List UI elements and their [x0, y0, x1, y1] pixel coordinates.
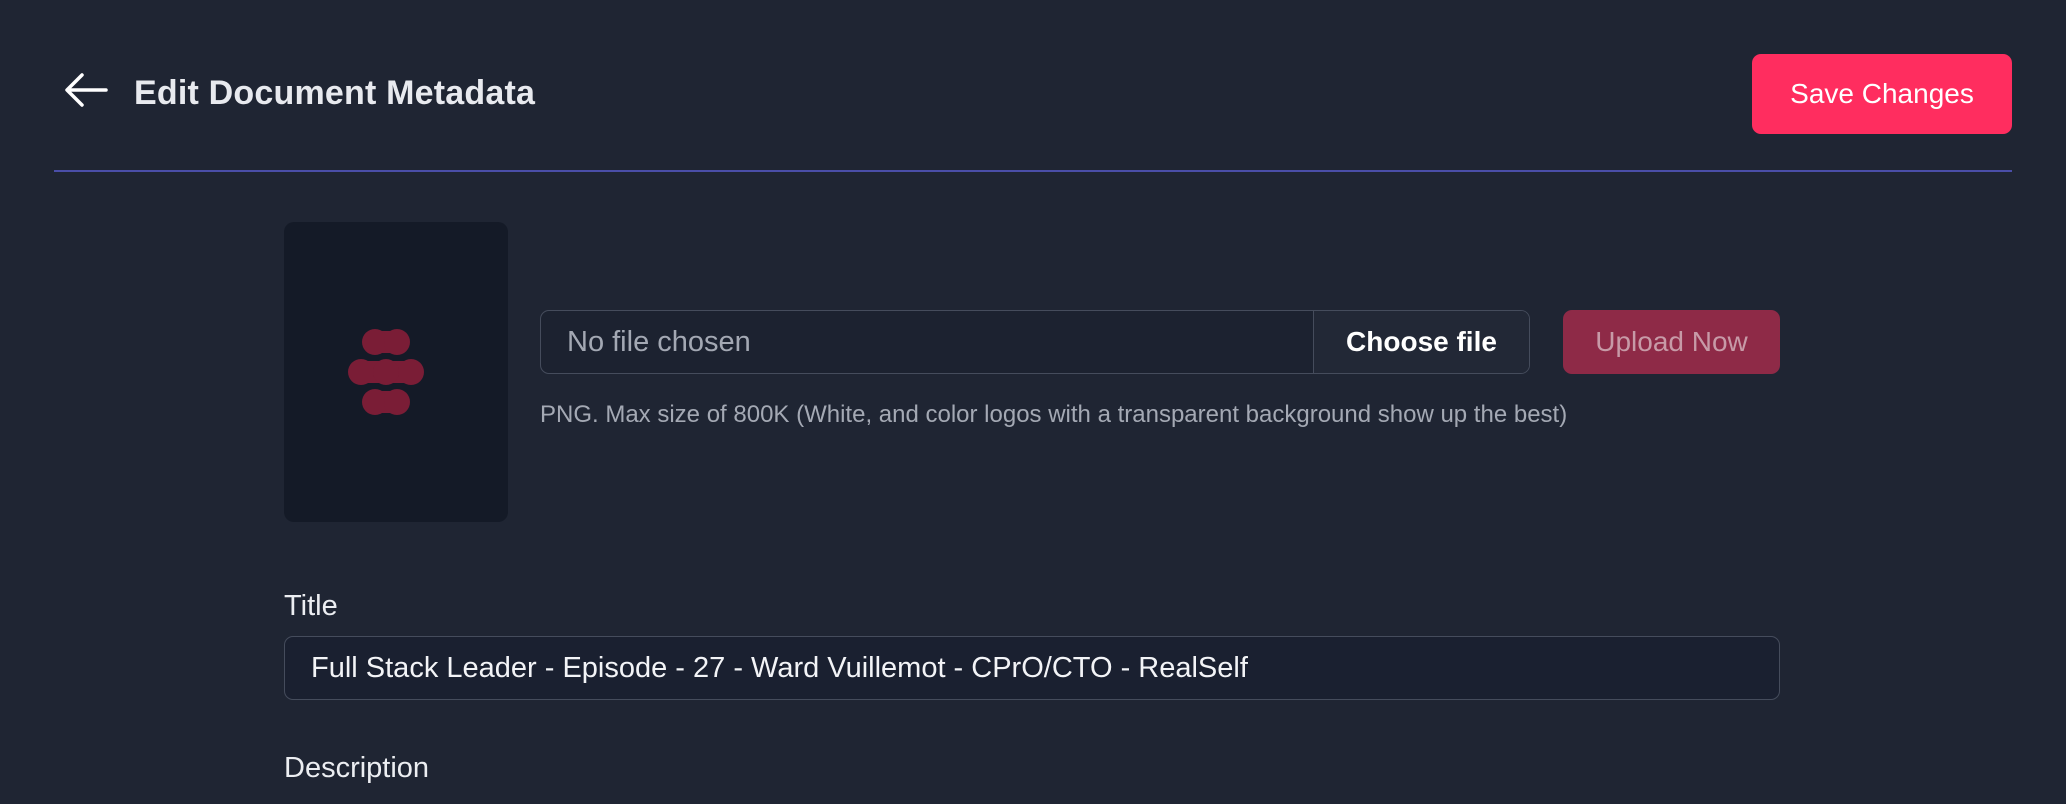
file-hint-text: PNG. Max size of 800K (White, and color …	[540, 401, 1568, 428]
logo-dots-icon	[348, 329, 424, 415]
upload-now-button[interactable]: Upload Now	[1563, 310, 1780, 374]
logo-preview	[284, 222, 508, 522]
page-title: Edit Document Metadata	[134, 74, 536, 112]
title-input[interactable]	[284, 636, 1780, 700]
file-input[interactable]: No file chosen Choose file	[540, 310, 1530, 374]
choose-file-button[interactable]: Choose file	[1313, 311, 1529, 373]
page-header: Edit Document Metadata Save Changes	[54, 0, 2012, 172]
save-changes-button[interactable]: Save Changes	[1752, 54, 2012, 134]
description-label: Description	[284, 752, 430, 784]
title-label: Title	[284, 590, 338, 622]
arrow-left-icon	[65, 73, 108, 107]
file-status-text: No file chosen	[567, 325, 751, 358]
back-button[interactable]	[62, 66, 110, 114]
